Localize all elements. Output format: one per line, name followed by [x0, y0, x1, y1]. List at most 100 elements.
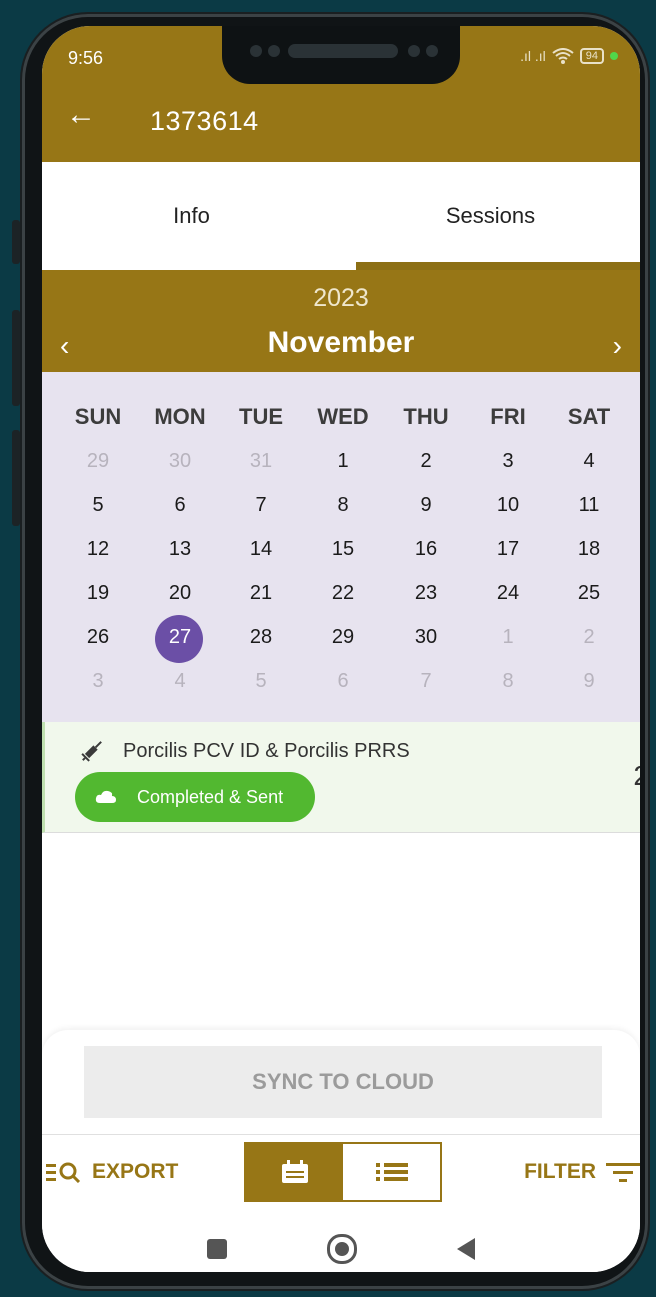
calendar-day[interactable]: 15: [302, 538, 384, 561]
filter-button[interactable]: FILTER: [524, 1160, 640, 1184]
calendar-view-button[interactable]: [246, 1144, 343, 1200]
sync-to-cloud-button[interactable]: SYNC TO CLOUD: [84, 1046, 602, 1118]
page-title: 1373614: [150, 106, 259, 136]
cloud-icon: [95, 790, 116, 803]
weekday-header: THU: [403, 404, 449, 429]
status-label: Completed & Sent: [137, 786, 284, 807]
privacy-indicator: [610, 52, 618, 60]
divider: [42, 1134, 640, 1135]
tab-info-label: Info: [173, 203, 210, 228]
weekday-header: MON: [154, 404, 206, 429]
export-button[interactable]: EXPORT: [46, 1160, 178, 1184]
bottom-action-sheet: SYNC TO CLOUD EXPORT FILTER: [42, 1030, 640, 1272]
calendar-day[interactable]: 5: [57, 494, 139, 517]
app-screen: 9:56 .ıl .ıl 94 ← 1373614 Info Sessions …: [42, 26, 640, 1272]
calendar-year: 2023: [313, 284, 369, 312]
speaker-grille: [288, 44, 398, 58]
sensor-dot: [426, 45, 438, 57]
recent-apps-icon[interactable]: [207, 1239, 227, 1259]
calendar-header: 2023 November ‹ ›: [42, 270, 640, 372]
app-bar: 9:56 .ıl .ıl 94 ← 1373614: [42, 26, 640, 162]
calendar-day[interactable]: 3: [467, 450, 549, 473]
weekday-header: SAT: [567, 404, 611, 429]
syringe-icon: [81, 741, 102, 762]
calendar-day[interactable]: 1: [302, 450, 384, 473]
calendar-day[interactable]: 25: [548, 582, 630, 605]
calendar-day[interactable]: 24: [467, 582, 549, 605]
tab-bar: Info Sessions: [42, 162, 640, 270]
weekday-header: TUE: [239, 404, 283, 429]
filter-label: FILTER: [524, 1160, 596, 1183]
status-time: 9:56: [68, 48, 104, 68]
calendar-day[interactable]: 3: [57, 670, 139, 693]
calendar-day[interactable]: 23: [385, 582, 467, 605]
calendar-day[interactable]: 6: [302, 670, 384, 693]
calendar-day[interactable]: 18: [548, 538, 630, 561]
home-icon[interactable]: [327, 1234, 357, 1264]
session-count: 2: [633, 760, 640, 792]
calendar-day[interactable]: 29: [57, 450, 139, 473]
chevron-left-icon[interactable]: ‹: [60, 330, 69, 362]
sensor-dot: [408, 45, 420, 57]
weekday-header: FRI: [490, 404, 526, 429]
tab-info[interactable]: Info: [42, 162, 341, 270]
camera-dot: [250, 45, 262, 57]
list-view-button[interactable]: [343, 1144, 440, 1200]
calendar-day[interactable]: 2: [385, 450, 467, 473]
calendar-day[interactable]: 2: [548, 626, 630, 649]
calendar-day[interactable]: 30: [385, 626, 467, 649]
search-list-icon: [46, 1162, 81, 1183]
calendar-day[interactable]: 4: [548, 450, 630, 473]
calendar-day[interactable]: 16: [385, 538, 467, 561]
calendar-day[interactable]: 9: [385, 494, 467, 517]
calendar-day[interactable]: 26: [57, 626, 139, 649]
calendar-day[interactable]: 30: [139, 450, 221, 473]
view-toggle: [244, 1142, 442, 1202]
session-name: Porcilis PCV ID & Porcilis PRRS: [123, 740, 410, 762]
session-list-item[interactable]: Porcilis PCV ID & Porcilis PRRS Complete…: [42, 722, 640, 833]
calendar-month: November: [267, 326, 415, 359]
calendar-day[interactable]: 22: [302, 582, 384, 605]
calendar-day[interactable]: 8: [467, 670, 549, 693]
calendar-day[interactable]: 11: [548, 494, 630, 517]
calendar-icon: [281, 1160, 308, 1183]
tab-indicator: [356, 262, 640, 270]
calendar-day[interactable]: 12: [57, 538, 139, 561]
calendar-day[interactable]: 31: [220, 450, 302, 473]
chevron-right-icon[interactable]: ›: [613, 330, 622, 362]
calendar-day[interactable]: 8: [302, 494, 384, 517]
calendar-day[interactable]: 19: [57, 582, 139, 605]
calendar-day[interactable]: 13: [139, 538, 221, 561]
calendar-day[interactable]: 9: [548, 670, 630, 693]
calendar-day[interactable]: 5: [220, 670, 302, 693]
signal-icon: .ıl .ıl: [520, 48, 546, 64]
calendar-day[interactable]: 1: [467, 626, 549, 649]
camera-notch: [222, 26, 460, 84]
list-icon: [375, 1163, 408, 1181]
system-nav-bar: [42, 1222, 640, 1272]
calendar-day[interactable]: 7: [220, 494, 302, 517]
back-icon[interactable]: [457, 1238, 475, 1260]
calendar-day[interactable]: 27: [139, 626, 221, 649]
wifi-icon: [552, 48, 574, 64]
battery-icon: 94: [579, 48, 604, 64]
calendar-day[interactable]: 17: [467, 538, 549, 561]
calendar-grid: SUN MON TUE WED THU FRI SAT 29 30 31 1 2 3 4 5 6 7 8 9 10 11…: [42, 372, 640, 722]
arrow-left-icon[interactable]: ←: [66, 100, 96, 130]
status-icons: .ıl .ıl 94: [520, 48, 618, 64]
tab-sessions-label: Sessions: [445, 203, 536, 228]
calendar-day[interactable]: 14: [220, 538, 302, 561]
calendar-day[interactable]: 28: [220, 626, 302, 649]
calendar-day[interactable]: 21: [220, 582, 302, 605]
calendar-day[interactable]: 7: [385, 670, 467, 693]
weekday-header: WED: [317, 404, 369, 429]
calendar-day[interactable]: 6: [139, 494, 221, 517]
calendar-day[interactable]: 20: [139, 582, 221, 605]
weekday-header: SUN: [74, 404, 122, 429]
calendar-day[interactable]: 4: [139, 670, 221, 693]
filter-icon: [606, 1163, 640, 1182]
calendar-day[interactable]: 29: [302, 626, 384, 649]
calendar-day[interactable]: 10: [467, 494, 549, 517]
tab-sessions[interactable]: Sessions: [341, 162, 640, 270]
status-badge[interactable]: Completed & Sent: [75, 772, 315, 822]
